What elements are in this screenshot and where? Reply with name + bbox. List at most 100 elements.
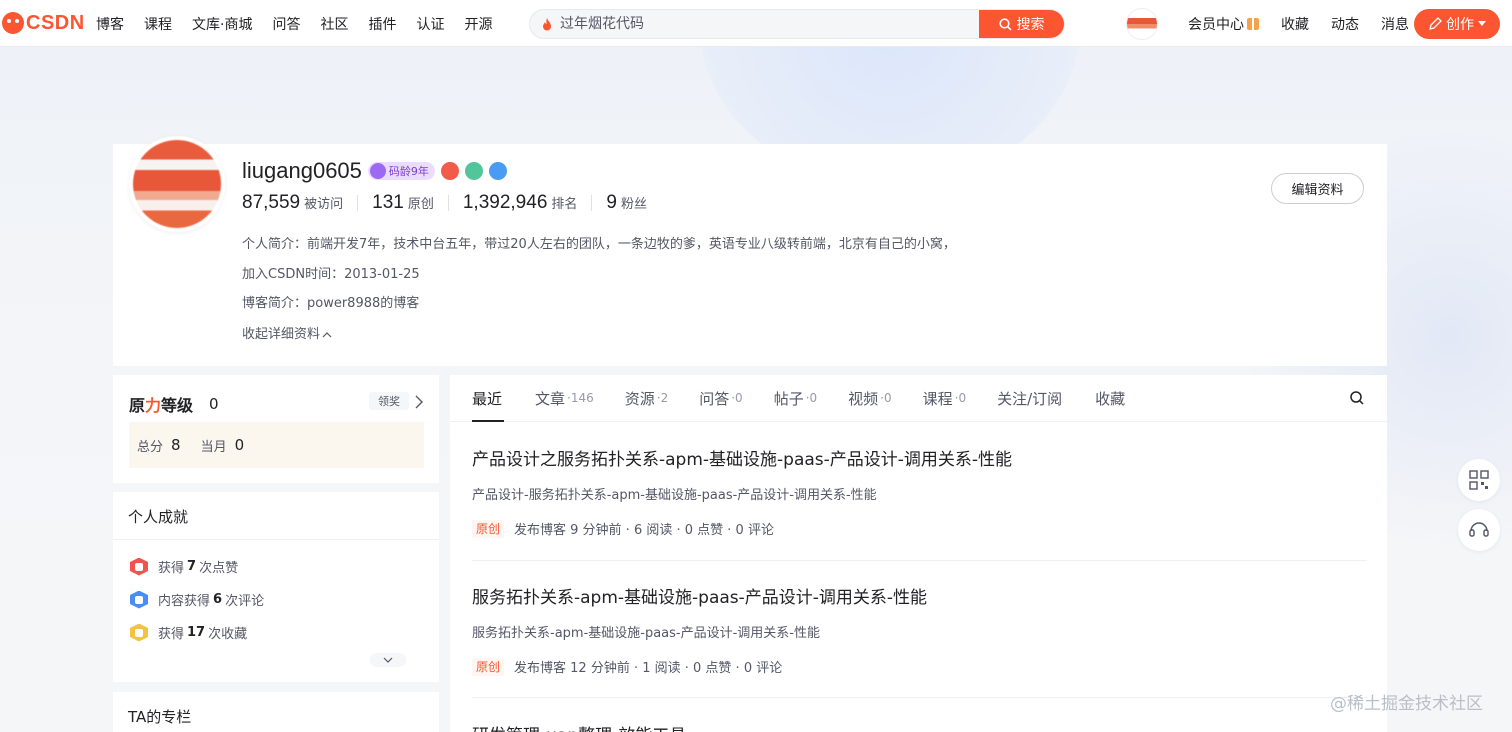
tab-label: 课程 — [922, 389, 953, 408]
article-item[interactable]: 研发管理-uap整理-效能工具 — [472, 721, 1367, 732]
article-title[interactable]: 服务拓扑关系-apm-基础设施-paas-产品设计-调用关系-性能 — [472, 583, 1367, 608]
nav-messages[interactable]: 消息 — [1381, 14, 1409, 34]
tab-label: 问答 — [699, 389, 730, 408]
tab-favorites[interactable]: 收藏 — [1095, 375, 1127, 422]
comment-badge-icon — [130, 590, 148, 609]
level-title-text: 原力等级 — [129, 392, 193, 416]
nav-link-blog[interactable]: 博客 — [96, 14, 124, 34]
csdn-logo[interactable]: CSDN — [2, 12, 85, 34]
nav-links: 博客 课程 文库·商城 问答 社区 插件 认证 开源 — [96, 0, 512, 47]
tab-label: 视频 — [848, 389, 879, 408]
fire-icon — [543, 18, 551, 31]
nav-member-center[interactable]: 会员中心 — [1188, 14, 1259, 34]
chevron-up-icon — [322, 332, 332, 338]
tab-label: 收藏 — [1095, 389, 1126, 408]
tab-label: 资源 — [624, 389, 655, 408]
collapse-details-link[interactable]: 收起详细资料 — [242, 323, 332, 342]
article-meta-text: 发布博客 12 分钟前 · 1 阅读 · 0 点赞 · 0 评论 — [514, 661, 783, 676]
tab-recent[interactable]: 最近 — [472, 375, 505, 422]
total-points-label: 总分 — [137, 439, 164, 455]
tab-qa[interactable]: 问答 ·0 — [699, 375, 742, 422]
claim-reward-button[interactable]: 领奖 — [369, 392, 409, 410]
achievement-text: 获得 — [158, 627, 185, 642]
username: liugang0605 — [242, 158, 362, 183]
tab-courses[interactable]: 课程 ·0 — [923, 375, 966, 422]
stat-number: 87,559 — [242, 192, 301, 213]
search-icon — [998, 17, 1012, 31]
code-age-label: 码龄9年 — [388, 165, 429, 178]
achievement-item: 获得 7 次点赞 — [130, 557, 238, 576]
nav-link-opensource[interactable]: 开源 — [464, 14, 492, 34]
logo-text: CSDN — [26, 11, 85, 34]
achievement-item: 获得 17 次收藏 — [130, 623, 247, 642]
nav-favorites[interactable]: 收藏 — [1281, 14, 1309, 34]
content-panel: 最近 文章 ·146 资源 ·2 问答 ·0 帖子 ·0 视频 ·0 课程 ·0 关注/订阅… — [450, 375, 1387, 732]
stat-visits: 87,559 被访问 — [242, 192, 343, 214]
tab-count: ·146 — [567, 391, 594, 405]
article-item[interactable]: 产品设计之服务拓扑关系-apm-基础设施-paas-产品设计-调用关系-性能 产… — [472, 445, 1367, 538]
member-center-label: 会员中心 — [1188, 16, 1244, 33]
edit-profile-button[interactable]: 编辑资料 — [1271, 173, 1364, 204]
chevron-right-icon[interactable] — [415, 395, 423, 409]
profile-join-date: 加入CSDN时间：2013-01-25 — [242, 267, 420, 282]
original-tag: 原创 — [472, 519, 505, 538]
level-title-part: 力 — [145, 396, 162, 415]
nav-link-courses[interactable]: 课程 — [144, 14, 172, 34]
tab-resources[interactable]: 资源 ·2 — [625, 375, 668, 422]
nav-link-library[interactable]: 文库·商城 — [192, 14, 252, 34]
tab-videos[interactable]: 视频 ·0 — [848, 375, 891, 422]
medal-icon[interactable] — [464, 162, 483, 180]
search-button[interactable]: 搜索 — [979, 10, 1064, 38]
user-avatar[interactable] — [1126, 8, 1158, 40]
nav-link-community[interactable]: 社区 — [320, 14, 348, 34]
search-box: 搜索 — [529, 9, 1065, 39]
medal-icon[interactable] — [488, 162, 507, 180]
tab-count: ·0 — [805, 391, 818, 405]
tab-following[interactable]: 关注/订阅 — [997, 375, 1064, 422]
level-value: 0 — [209, 395, 219, 413]
collapse-label: 收起详细资料 — [242, 327, 321, 342]
article-title[interactable]: 研发管理-uap整理-效能工具 — [472, 721, 1367, 732]
username-row: liugang0605 码龄9年 — [242, 158, 507, 184]
article-meta: 原创 发布博客 9 分钟前 · 6 阅读 · 0 点赞 · 0 评论 — [472, 519, 1367, 538]
article-description: 服务拓扑关系-apm-基础设施-paas-产品设计-调用关系-性能 — [472, 626, 820, 641]
caret-down-icon — [1478, 21, 1486, 26]
stat-number: 9 — [606, 192, 617, 213]
qrcode-button[interactable] — [1458, 459, 1500, 501]
article-description: 产品设计-服务拓扑关系-apm-基础设施-paas-产品设计-调用关系-性能 — [472, 488, 877, 503]
code-age-badge[interactable]: 码龄9年 — [367, 162, 435, 180]
tab-posts[interactable]: 帖子 ·0 — [774, 375, 817, 422]
nav-link-certification[interactable]: 认证 — [416, 14, 444, 34]
article-title[interactable]: 产品设计之服务拓扑关系-apm-基础设施-paas-产品设计-调用关系-性能 — [472, 445, 1367, 470]
stat-number: 131 — [372, 192, 404, 213]
divider — [591, 195, 593, 211]
article-item[interactable]: 服务拓扑关系-apm-基础设施-paas-产品设计-调用关系-性能 服务拓扑关系… — [472, 583, 1367, 676]
tab-label: 帖子 — [773, 389, 804, 408]
nav-link-plugins[interactable]: 插件 — [368, 14, 396, 34]
divider — [472, 697, 1367, 698]
qrcode-icon — [1469, 470, 1489, 490]
profile-avatar[interactable] — [129, 136, 225, 232]
tab-articles[interactable]: 文章 ·146 — [535, 375, 594, 422]
expand-button[interactable] — [370, 653, 406, 667]
stat-original: 131 原创 — [372, 192, 434, 214]
tab-count: ·0 — [731, 391, 743, 405]
nav-link-qa[interactable]: 问答 — [272, 14, 300, 34]
gift-icon — [1247, 17, 1259, 30]
content-tabs: 最近 文章 ·146 资源 ·2 问答 ·0 帖子 ·0 视频 ·0 课程 ·0 关注/订阅… — [450, 375, 1387, 422]
search-icon[interactable] — [1349, 390, 1365, 406]
level-title: 原力等级 0 — [129, 392, 219, 416]
profile-card: liugang0605 码龄9年 87,559 被访问 131 原创 1,392,9… — [113, 136, 1387, 366]
stat-label: 原创 — [407, 197, 434, 212]
points-panel: 总分 8 当月 0 — [129, 422, 424, 468]
achievement-text: 内容获得 — [158, 594, 211, 609]
medal-icon[interactable] — [440, 162, 459, 180]
customer-service-button[interactable] — [1458, 509, 1500, 551]
columns-card: TA的专栏 — [113, 692, 439, 732]
search-input[interactable] — [560, 10, 980, 38]
create-button[interactable]: 创作 — [1414, 9, 1500, 39]
columns-title: TA的专栏 — [128, 708, 192, 726]
divider — [472, 560, 1367, 561]
headset-icon — [1469, 522, 1489, 537]
nav-activity[interactable]: 动态 — [1331, 14, 1359, 34]
